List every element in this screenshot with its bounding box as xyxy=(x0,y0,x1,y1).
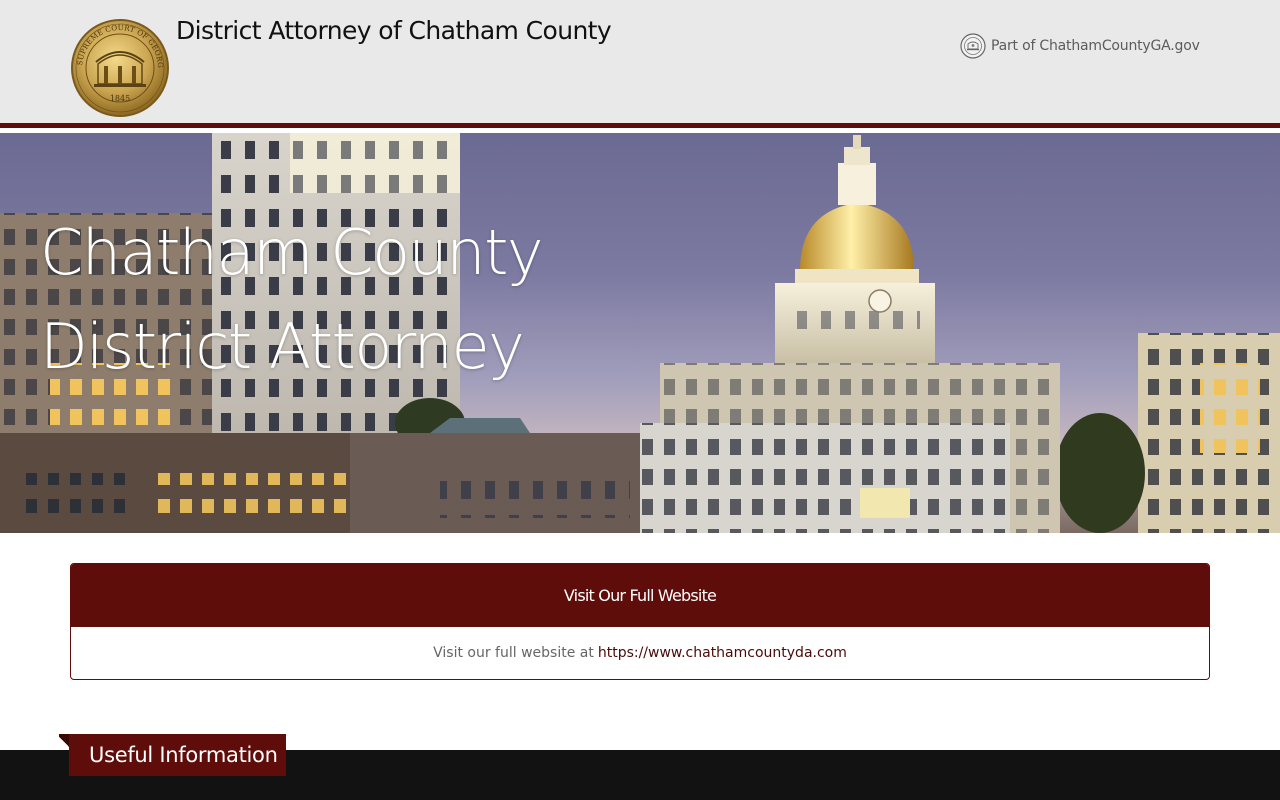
hero-title-line-2: District Attorney xyxy=(40,310,525,383)
hero-banner: Chatham County District Attorney xyxy=(0,133,1280,533)
hero-title-line-1: Chatham County xyxy=(40,216,544,289)
full-website-link[interactable]: https://www.chathamcountyda.com xyxy=(598,645,847,661)
visit-website-panel: Visit Our Full Website Visit our full we… xyxy=(70,563,1210,680)
part-of-label: Part of ChathamCountyGA.gov xyxy=(991,38,1200,54)
useful-information-tab: Useful Information xyxy=(69,734,286,776)
site-title-link[interactable]: District Attorney of Chatham County xyxy=(176,16,612,45)
chatham-county-link[interactable]: Part of ChathamCountyGA.gov xyxy=(960,33,1200,59)
site-header: 1845 SUPREME COURT OF GEORGIA District A… xyxy=(0,0,1280,128)
panel-heading: Visit Our Full Website xyxy=(71,564,1209,627)
hero-title: Chatham County District Attorney xyxy=(40,206,640,394)
seal-year-text: 1845 xyxy=(110,94,130,103)
georgia-seal-icon[interactable]: 1845 SUPREME COURT OF GEORGIA xyxy=(70,18,170,118)
panel-body: Visit our full website at https://www.ch… xyxy=(71,627,1209,679)
county-seal-icon xyxy=(960,33,986,59)
tab-fold-decoration xyxy=(59,734,69,750)
panel-body-text: Visit our full website at xyxy=(433,645,594,661)
